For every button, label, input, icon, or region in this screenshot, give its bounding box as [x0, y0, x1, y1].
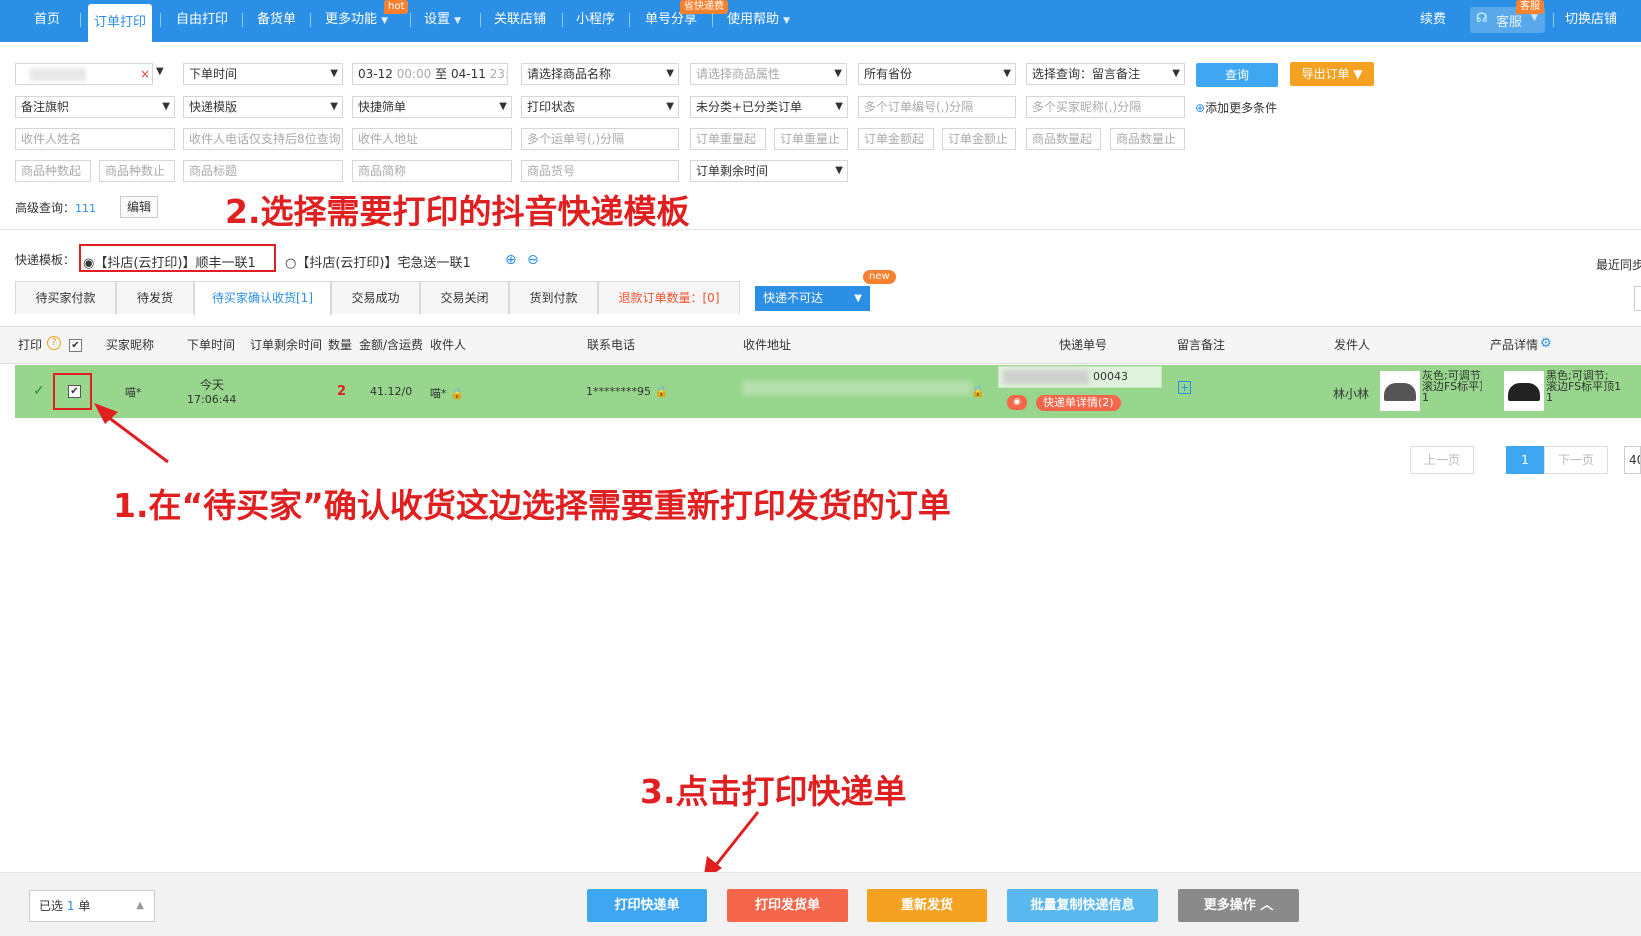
- chevron-up-icon: ▲: [136, 900, 144, 911]
- batch-copy-button[interactable]: 批量复制快递信息: [1007, 889, 1158, 922]
- selected-count-box[interactable]: 已选 1 单 ▲: [29, 890, 155, 922]
- print-delivery-button[interactable]: 打印发货单: [727, 889, 848, 922]
- selected-count: 1: [66, 899, 75, 913]
- reship-button[interactable]: 重新发货: [867, 889, 987, 922]
- chevron-up-icon: ︿: [1260, 898, 1274, 913]
- more-operations-label: 更多操作: [1203, 898, 1256, 913]
- selected-prefix: 已选: [39, 899, 64, 913]
- print-express-button[interactable]: 打印快递单: [587, 889, 707, 922]
- arrow-to-print-button: [703, 811, 760, 881]
- arrow-to-checkbox: [94, 403, 169, 464]
- more-operations-button[interactable]: 更多操作 ︿: [1178, 889, 1299, 922]
- selected-suffix: 单: [78, 899, 91, 913]
- annotation-arrows: [94, 403, 760, 881]
